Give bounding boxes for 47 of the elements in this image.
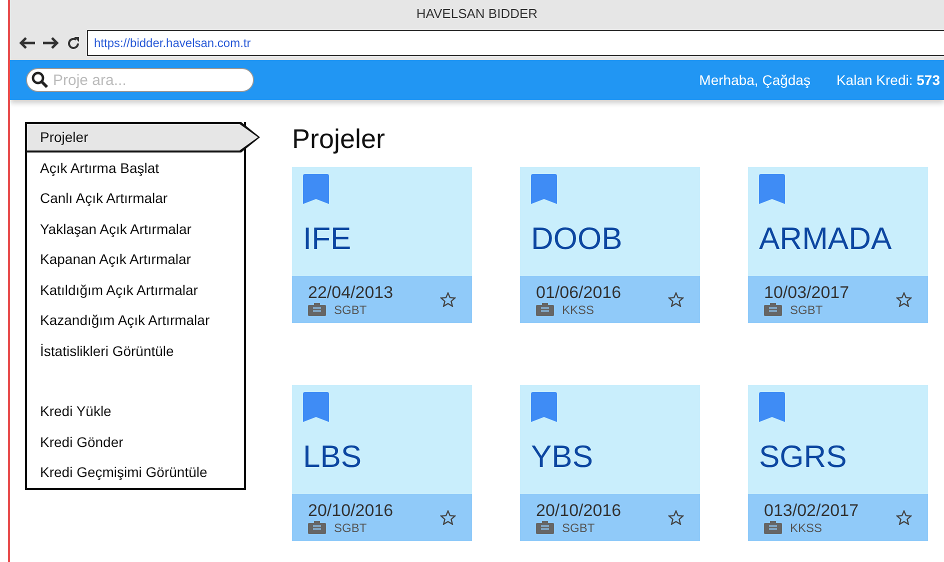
briefcase-icon [308, 303, 326, 316]
project-date: 10/03/2017 [764, 282, 850, 302]
page-heading: Projeler [292, 124, 386, 155]
project-name: YBS [531, 439, 594, 475]
star-icon[interactable] [440, 292, 456, 307]
briefcase-icon [764, 303, 782, 316]
bookmark-icon [303, 174, 329, 204]
star-icon[interactable] [668, 510, 684, 525]
project-date: 20/10/2016 [536, 500, 622, 520]
bookmark-icon [531, 174, 557, 204]
unit-label: SGBT [562, 520, 595, 534]
star-icon[interactable] [896, 292, 912, 307]
reload-icon[interactable] [66, 36, 81, 50]
project-name: IFE [303, 221, 352, 257]
star-icon[interactable] [440, 510, 456, 525]
credit-text: Kalan Kredi: 573 [836, 72, 940, 88]
star-icon[interactable] [896, 510, 912, 525]
project-date: 22/04/2013 [308, 282, 394, 302]
project-date: 01/06/2016 [536, 282, 622, 302]
project-name: ARMADA [759, 221, 893, 257]
bookmark-icon [759, 392, 785, 422]
back-icon[interactable] [18, 36, 36, 50]
project-name: SGRS [759, 439, 848, 475]
bookmark-icon [759, 174, 785, 204]
briefcase-icon [536, 521, 554, 534]
search-icon [31, 71, 49, 89]
unit-label: KKSS [562, 302, 594, 316]
unit-label: KKSS [790, 520, 822, 534]
project-date: 013/02/2017 [764, 500, 859, 520]
greeting-text: Merhaba, Çağdaş [699, 72, 810, 88]
unit-label: SGBT [790, 302, 823, 316]
briefcase-icon [764, 521, 782, 534]
sidebar-item[interactable]: Projeler [25, 122, 260, 152]
star-icon[interactable] [668, 292, 684, 307]
bookmark-icon [303, 392, 329, 422]
project-name: DOOB [531, 221, 624, 257]
project-name: LBS [303, 439, 363, 475]
bookmark-icon [531, 392, 557, 422]
address-field[interactable]: https://bidder.havelsan.com.tr [87, 30, 944, 56]
window-title: HAVELSAN BIDDER [416, 6, 538, 20]
briefcase-icon [536, 303, 554, 316]
briefcase-icon [308, 521, 326, 534]
project-date: 20/10/2016 [308, 500, 394, 520]
forward-icon[interactable] [42, 36, 60, 50]
unit-label: SGBT [334, 520, 367, 534]
search-field[interactable]: Proje ara... [26, 68, 254, 92]
unit-label: SGBT [334, 302, 367, 316]
